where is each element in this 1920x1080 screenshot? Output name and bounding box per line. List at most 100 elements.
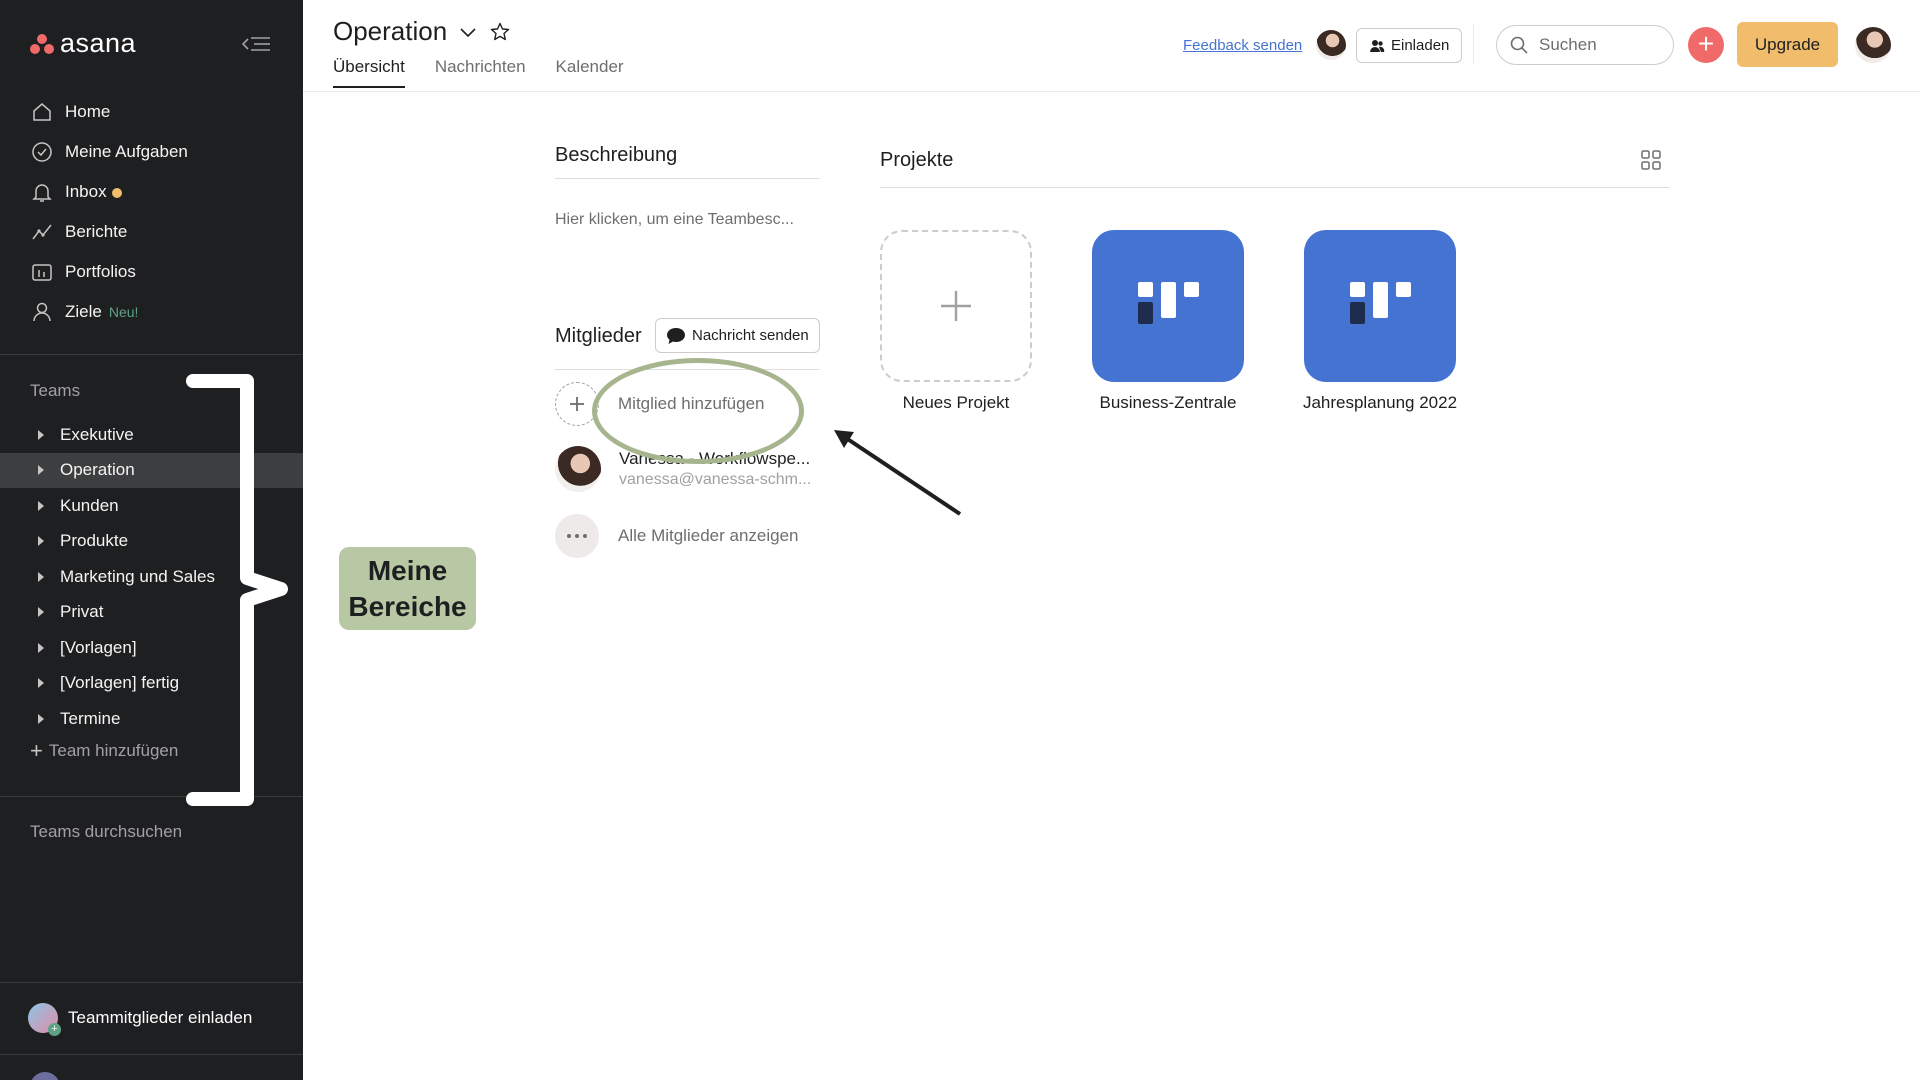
upgrade-button[interactable]: Upgrade [1737, 22, 1838, 67]
nav-portfolios-label: Portfolios [65, 262, 136, 281]
main-nav: Home Meine Aufgaben Inbox Berichte Portf… [0, 92, 303, 332]
send-message-label: Nachricht senden [692, 327, 809, 344]
team-label: [Vorlagen] [60, 637, 137, 657]
invite-label: Einladen [1391, 37, 1450, 54]
caret-right-icon[interactable] [38, 678, 44, 689]
nav-reports[interactable]: Berichte [0, 212, 303, 252]
nav-goals[interactable]: Ziele Neu! [0, 292, 303, 332]
callout-line-2: Bereiche [348, 590, 467, 622]
project-label[interactable]: Jahresplanung 2022 [1280, 393, 1480, 413]
project-label[interactable]: Business-Zentrale [1068, 393, 1268, 413]
tab-bar: Übersicht Nachrichten Kalender [333, 57, 624, 88]
more-dots-icon[interactable] [555, 514, 599, 558]
grid-view-icon[interactable] [1640, 149, 1662, 171]
workspace-avatar[interactable] [30, 1072, 60, 1080]
bell-icon [32, 184, 52, 202]
bracket-annotation [186, 374, 288, 806]
board-icon [1350, 282, 1411, 324]
nav-portfolios[interactable]: Portfolios [0, 252, 303, 292]
speech-bubble-icon [667, 327, 685, 344]
nav-my-tasks-label: Meine Aufgaben [65, 142, 188, 161]
invite-button[interactable]: Einladen [1356, 28, 1463, 63]
star-icon[interactable] [489, 21, 511, 43]
board-icon [1138, 282, 1199, 324]
search-input[interactable]: Suchen [1496, 25, 1674, 65]
caret-right-icon[interactable] [38, 607, 44, 618]
team-label: Produkte [60, 531, 129, 551]
nav-inbox-label: Inbox [65, 182, 107, 201]
team-title-text: Operation [333, 16, 448, 46]
projects-divider [880, 187, 1669, 188]
plus-icon: + [30, 738, 43, 763]
team-label: [Vorlagen] fertig [60, 673, 180, 693]
project-tile-jahresplanung-2022[interactable] [1304, 230, 1456, 382]
person-goal-icon [33, 302, 51, 322]
new-badge: Neu! [108, 304, 139, 320]
nav-home-label: Home [65, 102, 111, 121]
member-avatar [555, 446, 601, 492]
people-icon [1370, 39, 1385, 52]
project-tile-business-zentrale[interactable] [1092, 230, 1244, 382]
feedback-link[interactable]: Feedback senden [1183, 37, 1302, 54]
caret-right-icon[interactable] [38, 429, 44, 440]
highlight-ellipse [592, 358, 804, 464]
invite-teammates-button[interactable]: Teammitglieder einladen [28, 1003, 253, 1036]
plus-icon [941, 291, 971, 321]
chevron-down-icon[interactable] [457, 21, 479, 43]
description-title: Beschreibung [555, 144, 678, 166]
nav-my-tasks[interactable]: Meine Aufgaben [0, 132, 303, 172]
browse-teams-link[interactable]: Teams durchsuchen [30, 822, 182, 842]
invite-avatar-icon [28, 1003, 61, 1036]
sidebar-divider [0, 354, 303, 355]
team-label: Termine [60, 708, 121, 728]
caret-right-icon[interactable] [38, 500, 44, 511]
create-plus-button[interactable]: + [1688, 27, 1724, 63]
chart-line-icon [32, 224, 52, 240]
send-message-button[interactable]: Nachricht senden [655, 318, 820, 353]
invite-teammates-label: Teammitglieder einladen [68, 1008, 253, 1027]
show-all-members-row[interactable]: Alle Mitglieder anzeigen [555, 514, 799, 558]
top-header: Operation Übersicht Nachrichten Kalender… [303, 0, 1920, 92]
nav-goals-label: Ziele [65, 302, 102, 321]
projects-title: Projekte [880, 149, 954, 171]
caret-right-icon[interactable] [38, 713, 44, 724]
tab-messages[interactable]: Nachrichten [435, 57, 526, 88]
callout-line-1: Meine [367, 554, 448, 586]
caret-right-icon[interactable] [38, 571, 44, 582]
team-title[interactable]: Operation [333, 16, 511, 47]
member-avatar[interactable] [1316, 30, 1346, 60]
asana-logo[interactable]: asana [30, 28, 136, 59]
caret-right-icon[interactable] [38, 536, 44, 547]
sidebar-divider [0, 982, 303, 983]
search-placeholder: Suchen [1539, 35, 1597, 54]
caret-right-icon[interactable] [38, 642, 44, 653]
team-label: Privat [60, 602, 104, 622]
team-label: Exekutive [60, 424, 134, 444]
asana-logo-icon [30, 33, 54, 54]
collapse-sidebar-icon[interactable] [240, 32, 272, 56]
nav-home[interactable]: Home [0, 92, 303, 132]
tab-overview[interactable]: Übersicht [333, 57, 405, 88]
portfolio-icon [32, 264, 52, 281]
search-icon [1510, 36, 1528, 54]
nav-inbox[interactable]: Inbox [0, 172, 303, 212]
member-email: vanessa@vanessa-schm... [619, 471, 812, 488]
tab-calendar[interactable]: Kalender [556, 57, 624, 88]
profile-avatar[interactable] [1855, 27, 1891, 63]
teams-heading[interactable]: Teams [30, 381, 80, 401]
new-project-tile[interactable] [880, 230, 1032, 382]
team-label: Operation [60, 460, 135, 480]
sidebar-divider [0, 1054, 303, 1055]
description-input[interactable]: Hier klicken, um eine Teambesc... [555, 211, 794, 229]
check-circle-icon [32, 142, 52, 162]
add-team-label: Team hinzufügen [48, 741, 179, 760]
unread-dot [111, 188, 122, 198]
home-icon [33, 103, 51, 121]
annotation-arrow [834, 430, 962, 516]
description-divider [555, 178, 820, 179]
header-separator [1473, 24, 1474, 64]
caret-right-icon[interactable] [38, 465, 44, 476]
show-all-members-label: Alle Mitglieder anzeigen [618, 526, 799, 545]
new-project-label[interactable]: Neues Projekt [856, 393, 1056, 413]
add-team-button[interactable]: + Team hinzufügen [30, 740, 178, 762]
